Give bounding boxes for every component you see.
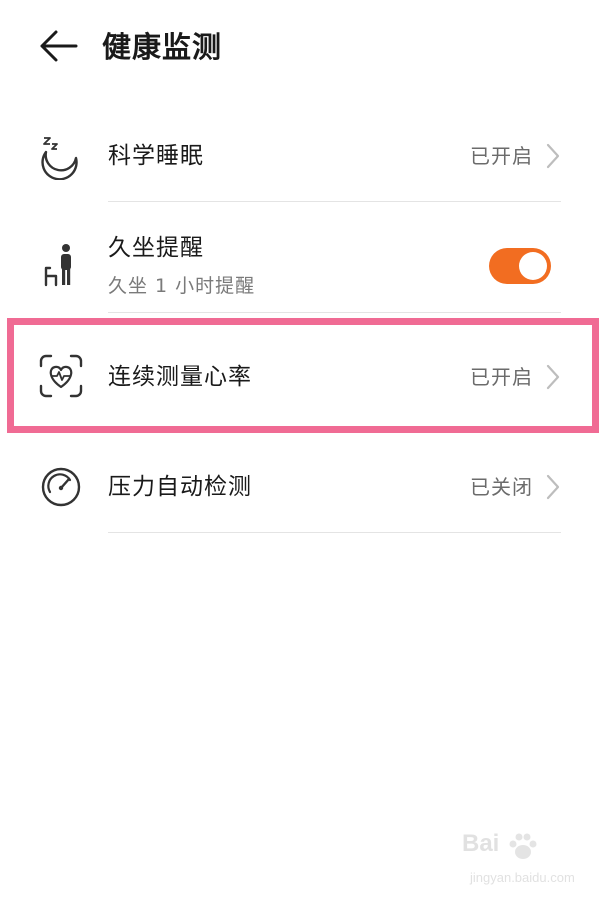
heart-rate-status: 已开启 [470,365,533,389]
sedentary-label: 久坐提醒 [108,235,204,261]
settings-item-sleep[interactable]: 科学睡眠 已开启 [0,110,601,202]
heart-rate-scan-icon [38,353,84,399]
pressure-gauge-icon [38,464,84,510]
divider [108,312,561,313]
back-button[interactable] [38,26,82,66]
chevron-right-icon [546,364,560,390]
pressure-label: 压力自动检测 [108,474,252,500]
settings-item-heart-rate[interactable]: 连续测量心率 已开启 [0,325,601,426]
sedentary-person-icon [38,242,84,288]
baidu-watermark: Bai jingyan.baidu.com [440,830,590,892]
heart-rate-label: 连续测量心率 [108,364,252,390]
sedentary-toggle[interactable] [489,248,551,284]
paw-icon [509,833,537,859]
sleep-status: 已开启 [470,144,533,168]
page-title: 健康监测 [102,30,223,64]
sleep-label: 科学睡眠 [108,143,204,169]
settings-item-sedentary[interactable]: 久坐提醒 久坐 1 小时提醒 [0,202,601,312]
sleep-moon-icon [38,134,84,181]
chevron-right-icon [546,143,560,169]
divider [108,532,561,533]
sedentary-subtitle: 久坐 1 小时提醒 [108,275,256,297]
settings-item-pressure[interactable]: 压力自动检测 已关闭 [0,440,601,532]
toggle-knob [519,252,547,280]
watermark-url: jingyan.baidu.com [470,870,575,885]
watermark-text: Bai [462,830,500,857]
arrow-left-icon [40,30,78,62]
pressure-status: 已关闭 [470,475,533,499]
top-bar: 健康监测 [0,0,601,96]
chevron-right-icon [546,474,560,500]
